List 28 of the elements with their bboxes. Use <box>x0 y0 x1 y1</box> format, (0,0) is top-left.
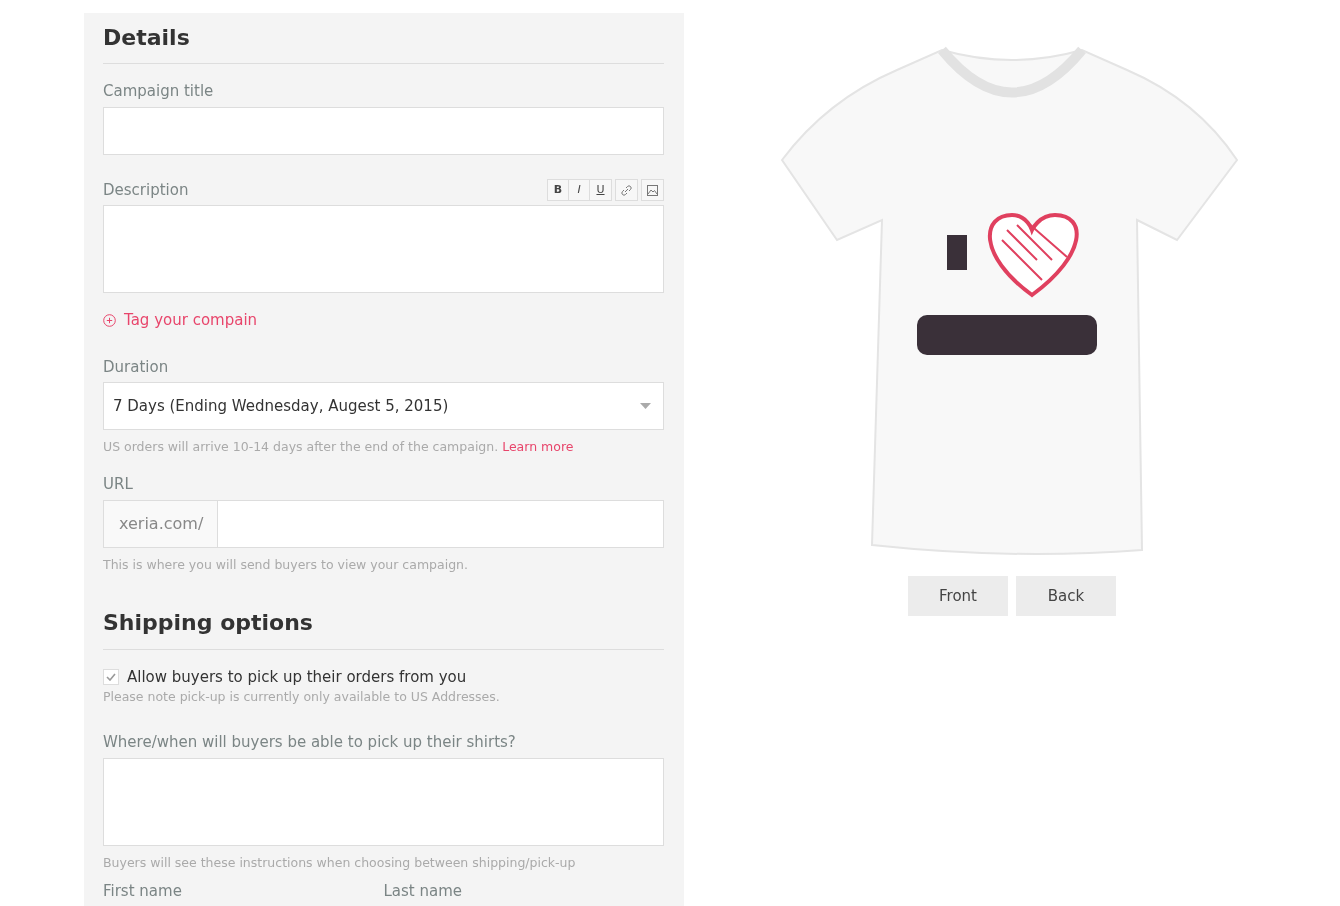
field-label: Duration <box>103 356 170 378</box>
campaign-title-field[interactable] <box>103 106 664 155</box>
field-label: Campaign title <box>103 81 215 103</box>
plus-circle-icon <box>103 314 116 328</box>
field-label: Description <box>103 179 189 201</box>
help-text: US orders will arrive 10-14 days after the end of the campaign. Learn more <box>103 438 575 457</box>
help-text: Please note pick-up is currently only available to US Addresses. <box>103 688 501 707</box>
image-icon <box>647 184 658 196</box>
duration-select[interactable]: 7 Days (Ending Wednesday, Augest 5, 2015) <box>103 382 664 431</box>
help-text: This is where you will send buyers to view your campaign. <box>103 555 469 574</box>
description-field[interactable] <box>103 205 664 294</box>
view-button[interactable]: Front <box>908 576 1008 616</box>
pickup-instructions-field[interactable] <box>103 757 664 846</box>
checkmark-icon <box>106 673 116 682</box>
view-button[interactable]: Back <box>1016 576 1116 616</box>
field-label: Where/when will buyers be able to pick up their shirts? <box>103 732 517 754</box>
link-icon <box>621 184 632 196</box>
help-text: Buyers will see these instructions when choosing between shipping/pick-up <box>103 853 577 872</box>
field-label: Last name <box>383 881 464 903</box>
details-heading: Details <box>103 25 664 65</box>
shipping-heading: Shipping options <box>103 610 664 650</box>
caret-icon <box>640 403 651 410</box>
tag-campaign-link[interactable]: Tag your compain <box>124 309 258 332</box>
pickup-checkbox[interactable] <box>103 669 119 686</box>
field-label: First name <box>103 881 183 903</box>
learn-more-link[interactable]: Learn more <box>502 439 574 455</box>
field-label: URL <box>103 474 134 496</box>
checkbox-label: Allow buyers to pick up their orders from you <box>127 666 467 688</box>
